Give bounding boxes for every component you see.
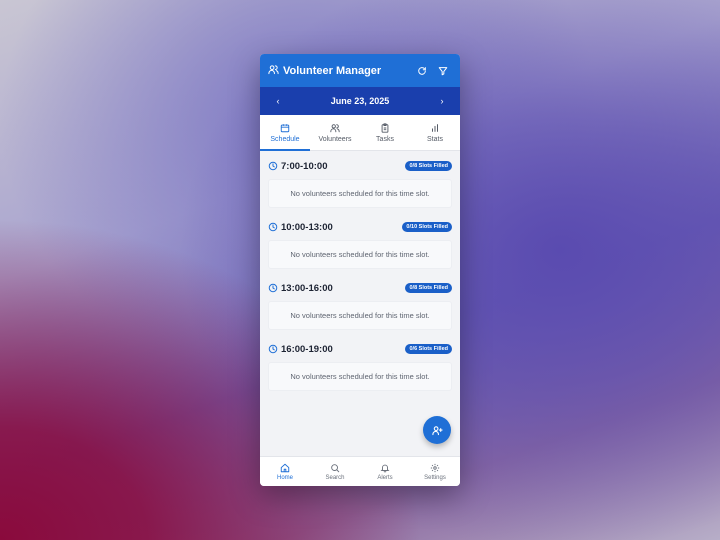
users-icon <box>330 123 340 132</box>
slots-filled-badge: 0/8 Slots Filled <box>405 161 452 171</box>
slots-filled-badge: 0/8 Slots Filled <box>405 283 452 293</box>
tab-schedule[interactable]: Schedule <box>260 115 310 151</box>
nav-label: Settings <box>424 474 446 481</box>
empty-slot-message: No volunteers scheduled for this time sl… <box>268 240 452 269</box>
nav-label: Home <box>276 474 293 481</box>
gear-icon <box>430 463 440 472</box>
date-navigation: ‹ June 23, 2025 › <box>260 87 460 115</box>
add-volunteer-button[interactable] <box>423 416 451 444</box>
bell-icon <box>380 464 390 472</box>
slot-header: 10:00-13:00 0/10 Slots Filled <box>268 218 452 236</box>
nav-home[interactable]: Home <box>260 457 310 486</box>
tab-tasks[interactable]: Tasks <box>360 115 410 150</box>
tab-label: Schedule <box>270 135 300 143</box>
next-date-button[interactable]: › <box>436 96 448 106</box>
bar-chart-icon <box>432 123 438 132</box>
nav-search[interactable]: Search <box>310 457 360 486</box>
phone-screen: Volunteer Manager ‹ June 23, 2025 › Sche… <box>260 54 460 486</box>
time-slot: 7:00-10:00 0/8 Slots Filled No volunteer… <box>268 157 452 208</box>
nav-label: Search <box>325 474 345 481</box>
clipboard-icon <box>381 122 389 133</box>
add-user-icon <box>431 425 443 435</box>
search-icon <box>331 463 340 472</box>
nav-settings[interactable]: Settings <box>410 457 460 486</box>
time-slot: 16:00-19:00 0/6 Slots Filled No voluntee… <box>268 340 452 391</box>
empty-slot-message: No volunteers scheduled for this time sl… <box>268 301 452 330</box>
prev-date-button[interactable]: ‹ <box>272 96 284 106</box>
app-header: Volunteer Manager <box>260 54 460 87</box>
clock-icon <box>268 161 278 171</box>
filter-button[interactable] <box>434 62 452 80</box>
app-title: Volunteer Manager <box>283 64 382 77</box>
slot-header: 7:00-10:00 0/8 Slots Filled <box>268 157 452 175</box>
filter-icon <box>438 66 448 75</box>
tab-label: Tasks <box>376 135 394 143</box>
slot-time: 16:00-19:00 <box>281 343 333 355</box>
time-slot: 10:00-13:00 0/10 Slots Filled No volunte… <box>268 218 452 269</box>
empty-slot-message: No volunteers scheduled for this time sl… <box>268 179 452 208</box>
slot-header: 16:00-19:00 0/6 Slots Filled <box>268 340 452 358</box>
tab-label: Volunteers <box>318 135 352 143</box>
slot-header: 13:00-16:00 0/8 Slots Filled <box>268 279 452 297</box>
clock-icon <box>268 344 278 354</box>
tab-label: Stats <box>427 135 443 143</box>
nav-label: Alerts <box>377 474 393 481</box>
slot-time: 10:00-13:00 <box>281 221 333 233</box>
home-icon <box>280 463 290 472</box>
slots-filled-badge: 0/10 Slots Filled <box>402 222 452 232</box>
schedule-list: 7:00-10:00 0/8 Slots Filled No volunteer… <box>260 151 460 391</box>
tab-volunteers[interactable]: Volunteers <box>310 115 360 150</box>
slots-filled-badge: 0/6 Slots Filled <box>405 344 452 354</box>
time-slot: 13:00-16:00 0/8 Slots Filled No voluntee… <box>268 279 452 330</box>
current-date: June 23, 2025 <box>330 96 390 106</box>
clock-icon <box>268 283 278 293</box>
users-icon <box>268 62 279 80</box>
slot-time: 13:00-16:00 <box>281 282 333 294</box>
tab-stats[interactable]: Stats <box>410 115 460 150</box>
tab-bar: Schedule Volunteers Tasks Stats <box>260 115 460 151</box>
clock-icon <box>268 222 278 232</box>
empty-slot-message: No volunteers scheduled for this time sl… <box>268 362 452 391</box>
calendar-icon <box>280 123 290 132</box>
bottom-navigation: Home Search Alerts Settings <box>260 456 460 486</box>
nav-alerts[interactable]: Alerts <box>360 457 410 486</box>
slot-time: 7:00-10:00 <box>281 160 328 172</box>
refresh-button[interactable] <box>413 62 431 80</box>
refresh-icon <box>418 66 426 75</box>
